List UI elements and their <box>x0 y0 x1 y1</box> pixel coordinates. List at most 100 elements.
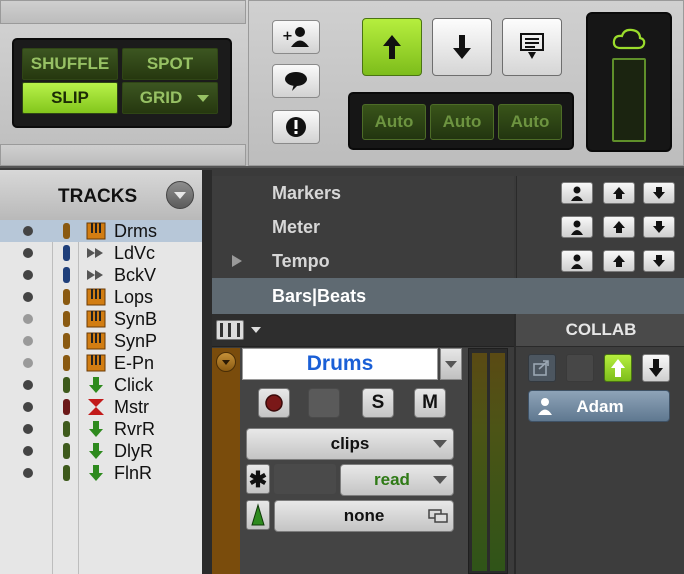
track-visibility-dot[interactable] <box>23 226 33 236</box>
ruler-user-button[interactable] <box>561 216 593 238</box>
arrow-down-icon <box>453 35 471 59</box>
bars-beats-ruler[interactable]: Bars|Beats <box>212 278 684 314</box>
track-list-item[interactable]: Mstr <box>0 396 202 418</box>
track-options-button[interactable] <box>216 352 236 372</box>
track-visibility-dot[interactable] <box>23 292 33 302</box>
track-color-swatch <box>63 399 70 415</box>
track-visibility-dot[interactable] <box>23 270 33 280</box>
track-name: SynB <box>114 309 158 329</box>
track-visibility-dot[interactable] <box>23 380 33 390</box>
ruler-upload-button[interactable] <box>603 182 635 204</box>
track-color-swatch <box>63 311 70 327</box>
chevron-down-icon <box>174 192 186 199</box>
track-list-item[interactable]: Click <box>0 374 202 396</box>
input-monitor-button[interactable] <box>308 388 340 418</box>
slip-mode-button[interactable]: SLIP <box>22 82 118 114</box>
track-visibility-dot[interactable] <box>23 424 33 434</box>
mute-button[interactable]: M <box>414 388 446 418</box>
collab-title: COLLAB <box>516 314 684 347</box>
track-name-menu-button[interactable] <box>440 348 462 380</box>
track-list-item[interactable]: Drms <box>0 220 202 242</box>
grid-mode-button[interactable]: GRID <box>122 82 218 114</box>
tracks-header: TRACKS <box>0 170 202 221</box>
collaborator-item[interactable]: Adam <box>528 390 670 422</box>
ruler-upload-button[interactable] <box>603 250 635 272</box>
chat-button[interactable] <box>272 64 320 98</box>
document-download-icon <box>520 33 544 59</box>
ruler-download-button[interactable] <box>643 182 675 204</box>
download-button[interactable] <box>432 18 492 76</box>
track-list-item[interactable]: RvrR <box>0 418 202 440</box>
ruler-upload-button[interactable] <box>603 216 635 238</box>
ruler-controls <box>516 210 684 245</box>
track-visibility-dot[interactable] <box>23 248 33 258</box>
alert-button[interactable] <box>272 110 320 144</box>
track-name-field[interactable]: Drums <box>242 348 438 380</box>
upload-button[interactable] <box>362 18 422 76</box>
share-button[interactable] <box>528 354 556 382</box>
record-enable-button[interactable] <box>258 388 290 418</box>
track-list-item[interactable]: SynB <box>0 308 202 330</box>
transport-toolbar: SHUFFLE SPOT SLIP GRID + Auto Auto Auto <box>0 0 684 168</box>
tracks-menu-button[interactable] <box>166 181 194 209</box>
track-visibility-dot[interactable] <box>23 336 33 346</box>
column-view-button[interactable] <box>216 320 244 340</box>
track-color-swatch <box>63 377 70 393</box>
arrow-down-icon <box>651 253 667 269</box>
tracks-title: TRACKS <box>58 186 138 207</box>
auto-button-2[interactable]: Auto <box>430 104 494 140</box>
track-list-item[interactable]: DlyR <box>0 440 202 462</box>
track-visibility-dot[interactable] <box>23 446 33 456</box>
ruler-meter[interactable]: Meter <box>212 210 514 245</box>
collab-download-button[interactable] <box>642 354 670 382</box>
ruler-download-button[interactable] <box>643 250 675 272</box>
track-list-item[interactable]: FlnR <box>0 462 202 484</box>
collab-upload-button[interactable] <box>604 354 632 382</box>
user-icon <box>570 253 584 269</box>
track-list-item[interactable]: LdVc <box>0 242 202 264</box>
automation-mode-selector[interactable]: read <box>340 464 454 496</box>
track-visibility-dot[interactable] <box>23 468 33 478</box>
project-info-button[interactable] <box>502 18 562 76</box>
disclosure-triangle-icon[interactable] <box>232 255 242 267</box>
track-name: Mstr <box>114 397 149 417</box>
shuffle-mode-button[interactable]: SHUFFLE <box>22 48 118 80</box>
master-fader-icon <box>86 398 106 416</box>
chevron-down-icon <box>222 360 230 365</box>
track-list-item[interactable]: BckV <box>0 264 202 286</box>
track-visibility-dot[interactable] <box>23 402 33 412</box>
group-selector[interactable]: none <box>274 500 454 532</box>
track-list-item[interactable]: SynP <box>0 330 202 352</box>
automation-enable-button[interactable]: ✱ <box>246 464 270 494</box>
arrow-up-icon <box>611 219 627 235</box>
collab-blank-button[interactable] <box>566 354 594 382</box>
track-visibility-dot[interactable] <box>23 314 33 324</box>
add-user-button[interactable]: + <box>272 20 320 54</box>
aux-input-icon <box>86 442 106 460</box>
instrument-icon <box>86 354 106 372</box>
track-name: SynP <box>114 331 158 351</box>
share-icon <box>533 360 549 376</box>
chevron-down-icon <box>433 476 447 484</box>
ruler-user-button[interactable] <box>561 182 593 204</box>
chevron-down-icon <box>445 361 457 368</box>
spot-mode-button[interactable]: SPOT <box>122 48 218 80</box>
ruler-user-button[interactable] <box>561 250 593 272</box>
track-name: DlyR <box>114 441 153 461</box>
track-view-selector[interactable]: clips <box>246 428 454 460</box>
panel-divider[interactable] <box>202 170 212 574</box>
track-list-item[interactable]: E-Pn <box>0 352 202 374</box>
user-icon <box>570 219 584 235</box>
view-menu-arrow-icon[interactable] <box>250 326 262 334</box>
timebase-selector[interactable] <box>246 500 270 530</box>
track-view-label: clips <box>330 434 370 453</box>
auto-button-3[interactable]: Auto <box>498 104 562 140</box>
ruler-markers[interactable]: Markers <box>212 176 514 211</box>
ruler-download-button[interactable] <box>643 216 675 238</box>
solo-button[interactable]: S <box>362 388 394 418</box>
track-list-item[interactable]: Lops <box>0 286 202 308</box>
track-list: Drms LdVc BckV Lops SynB SynP E-Pn Click Mstr Rvr… <box>0 220 202 574</box>
auto-button-1[interactable]: Auto <box>362 104 426 140</box>
track-visibility-dot[interactable] <box>23 358 33 368</box>
ruler-tempo[interactable]: Tempo <box>212 244 514 279</box>
